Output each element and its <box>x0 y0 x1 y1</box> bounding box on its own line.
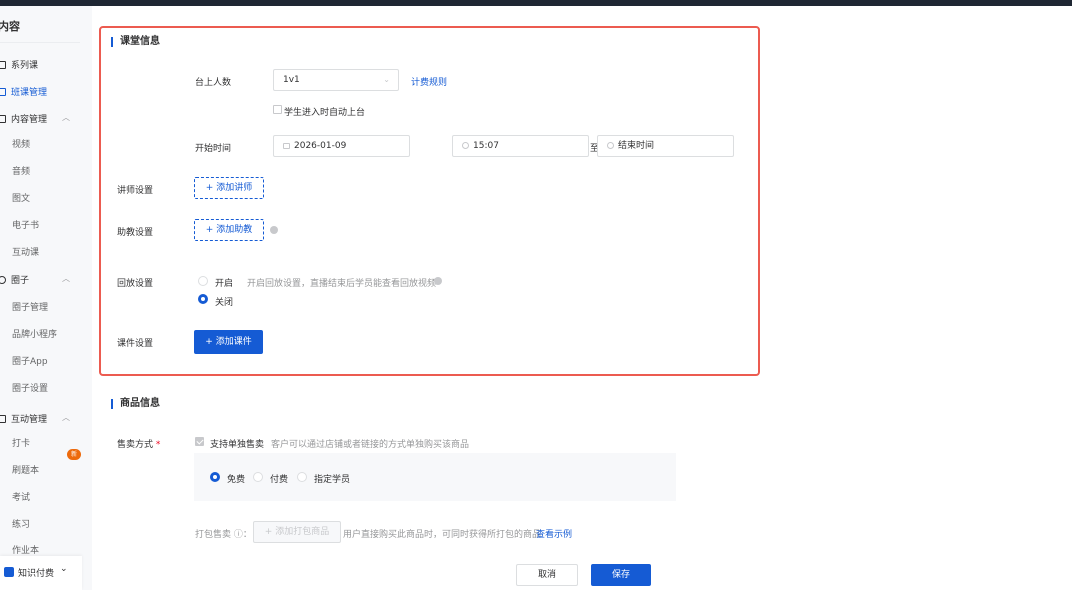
sidebar-item-label: 互动管理 <box>11 415 48 425</box>
chevron-up-icon[interactable]: ︿ <box>62 273 70 284</box>
sidebar-item-brand-miniprogram[interactable]: 品牌小程序 <box>12 327 57 340</box>
see-example-link[interactable]: 查看示例 <box>536 527 572 540</box>
designated-student-label: 指定学员 <box>314 475 351 485</box>
top-bar <box>0 0 1072 6</box>
bundle-sale-label: 打包售卖 ⓘ： <box>195 530 252 540</box>
sidebar-item-audio[interactable]: 音频 <box>12 164 30 177</box>
add-teacher-button[interactable]: + 添加讲师 <box>194 177 264 199</box>
courseware-label: 课件设置 <box>117 339 154 349</box>
end-time-placeholder: 结束时间 <box>618 141 655 151</box>
designated-student-radio[interactable] <box>297 472 307 482</box>
replay-off-label: 关闭 <box>215 298 234 308</box>
required-mark: * <box>155 440 161 450</box>
sidebar-item-video[interactable]: 视频 <box>12 137 30 150</box>
sale-method-label: 售卖方式 * <box>117 437 160 450</box>
sidebar-title: 内容 <box>0 20 20 33</box>
replay-hint: 开启回放设置，直播结束后学员能查看回放视频 <box>247 279 437 289</box>
sidebar-item-circle-management[interactable]: 圈子管理 <box>12 300 48 313</box>
add-assistant-button[interactable]: + 添加助教 <box>194 219 264 241</box>
chevron-down-icon: ⌄ <box>383 75 390 84</box>
paid-radio[interactable] <box>253 472 263 482</box>
calendar-icon <box>283 143 290 149</box>
clock-icon <box>462 142 469 149</box>
billing-rules-link[interactable]: 计费规则 <box>411 75 447 88</box>
sidebar-item-class-management[interactable]: 班课管理 <box>0 85 47 98</box>
class-icon <box>0 88 6 96</box>
sidebar-item-label: 班课管理 <box>11 88 48 98</box>
add-courseware-button[interactable]: + 添加课件 <box>194 330 263 354</box>
help-icon[interactable] <box>434 277 442 285</box>
sidebar-divider <box>0 42 80 43</box>
single-sale-checkbox[interactable] <box>195 437 204 446</box>
paid-label: 付费 <box>270 475 289 485</box>
chevron-down-icon: ⌄ <box>60 564 68 574</box>
start-time-value: 15:07 <box>473 141 499 151</box>
seats-value: 1v1 <box>283 75 300 85</box>
sidebar-item-ebook[interactable]: 电子书 <box>12 218 39 231</box>
chevron-up-icon[interactable]: ︿ <box>62 112 70 123</box>
free-radio[interactable] <box>210 472 220 482</box>
replay-on-radio[interactable] <box>198 276 208 286</box>
sidebar-item-label: 内容管理 <box>11 115 48 125</box>
replay-on-label: 开启 <box>215 279 234 289</box>
free-label: 免费 <box>227 475 246 485</box>
product-switcher-label: 知识付费 <box>18 569 55 579</box>
sidebar-item-interaction-management[interactable]: 互动管理 <box>0 412 47 425</box>
sidebar-item-label: 系列课 <box>11 61 39 71</box>
series-icon <box>0 61 6 69</box>
sidebar-item-question-bank[interactable]: 刷题本 <box>12 463 39 476</box>
replay-off-radio[interactable] <box>198 294 208 304</box>
sidebar-item-circle-settings[interactable]: 圈子设置 <box>12 381 48 394</box>
end-time-input[interactable]: 结束时间 <box>597 135 734 157</box>
single-sale-hint: 客户可以通过店铺或者链接的方式单独购买该商品 <box>271 440 470 450</box>
save-button[interactable]: 保存 <box>591 564 651 586</box>
sidebar-item-circle[interactable]: 圈子 <box>0 273 29 286</box>
auto-stage-checkbox[interactable] <box>273 105 282 114</box>
sidebar-item-series[interactable]: 系列课 <box>0 58 38 71</box>
sidebar-item-article[interactable]: 图文 <box>12 191 30 204</box>
cancel-button[interactable]: 取消 <box>516 564 578 586</box>
product-info-title: 商品信息 <box>111 399 160 409</box>
sidebar-item-circle-app[interactable]: 圈子App <box>12 354 48 367</box>
single-sale-label: 支持单独售卖 <box>210 440 265 450</box>
start-time-input[interactable]: 15:07 <box>452 135 589 157</box>
seats-label: 台上人数 <box>195 78 232 88</box>
new-badge: 新 <box>67 449 81 460</box>
knowledge-app-icon <box>4 567 14 577</box>
sidebar-item-content-management[interactable]: 内容管理 <box>0 112 47 125</box>
seats-select[interactable]: 1v1 ⌄ <box>273 69 399 91</box>
help-icon[interactable] <box>270 226 278 234</box>
assistant-label: 助教设置 <box>117 228 154 238</box>
circle-group-icon <box>0 276 6 284</box>
start-date-value: 2026-01-09 <box>294 141 347 151</box>
chevron-up-icon[interactable]: ︿ <box>62 412 70 423</box>
content-icon <box>0 115 6 123</box>
sidebar: 内容 系列课 班课管理 内容管理 ︿ 视频 音频 图文 电子书 互动课 圈子 ︿… <box>0 6 92 590</box>
auto-stage-label: 学生进入时自动上台 <box>284 108 366 118</box>
sidebar-item-label: 圈子 <box>11 276 30 286</box>
sidebar-item-checkin[interactable]: 打卡 <box>12 436 30 449</box>
product-switcher[interactable]: 知识付费 ⌄ <box>0 556 82 590</box>
bundle-hint: 用户直接购买此商品时，可同时获得所打包的商品 <box>343 530 542 540</box>
sidebar-item-homework[interactable]: 作业本 <box>12 543 39 556</box>
clock-icon <box>607 142 614 149</box>
sidebar-item-practice[interactable]: 练习 <box>12 517 30 530</box>
start-date-input[interactable]: 2026-01-09 <box>273 135 410 157</box>
start-time-label: 开始时间 <box>195 144 232 154</box>
sale-method-text: 售卖方式 <box>117 440 154 450</box>
interaction-icon <box>0 415 6 423</box>
sidebar-item-exam[interactable]: 考试 <box>12 490 30 503</box>
teacher-label: 讲师设置 <box>117 186 154 196</box>
add-bundle-button[interactable]: + 添加打包商品 <box>253 521 341 543</box>
sidebar-item-interactive-course[interactable]: 互动课 <box>12 245 39 258</box>
replay-label: 回放设置 <box>117 279 154 289</box>
price-options-panel <box>194 453 676 501</box>
